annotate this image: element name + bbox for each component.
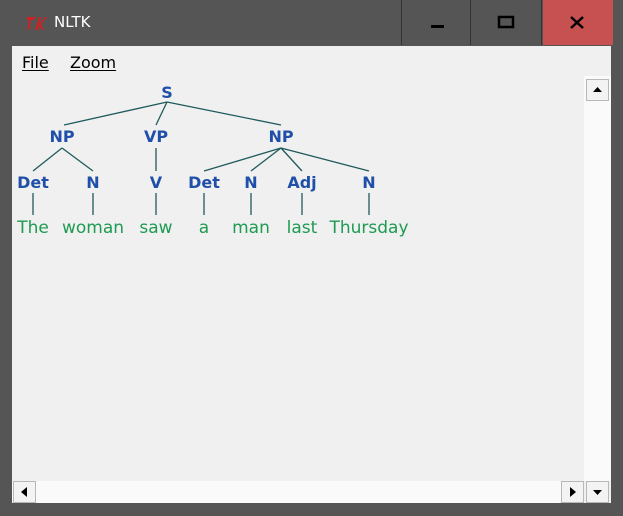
maximize-icon <box>497 15 515 29</box>
menu-file-label: File <box>22 53 49 72</box>
word-a: a <box>199 218 209 238</box>
window-bottom-border <box>0 503 623 516</box>
scroll-right-button[interactable] <box>561 481 584 503</box>
node-np-2: NP <box>268 127 293 146</box>
node-n-1: N <box>86 173 99 192</box>
minimize-button[interactable] <box>401 0 471 45</box>
word-the: The <box>16 218 49 238</box>
node-n-3: N <box>362 173 375 192</box>
node-det-2: Det <box>188 173 220 192</box>
scroll-up-button[interactable] <box>586 79 609 101</box>
tree-branches <box>32 101 370 215</box>
node-s: S <box>161 83 173 102</box>
node-v: V <box>150 173 163 192</box>
nltk-window: NLTK File Zoom S NP VP NP Det N V Det N … <box>0 0 623 516</box>
tk-feather-icon <box>27 17 47 30</box>
word-man: man <box>232 218 270 238</box>
menu-zoom[interactable]: Zoom <box>70 53 116 72</box>
node-det-1: Det <box>17 173 49 192</box>
arrow-left-icon <box>21 487 27 497</box>
maximize-button[interactable] <box>472 0 542 45</box>
close-button[interactable] <box>543 0 613 45</box>
tree-canvas[interactable]: S NP VP NP Det N V Det N Adj N The woman… <box>12 76 584 481</box>
arrow-right-icon <box>570 487 576 497</box>
arrow-up-icon <box>593 87 602 92</box>
menu-bar: File Zoom <box>12 46 611 76</box>
scroll-corner <box>584 481 611 503</box>
title-bar[interactable]: NLTK <box>0 0 623 46</box>
menu-zoom-label: Zoom <box>70 53 117 72</box>
horizontal-scrollbar[interactable] <box>12 481 584 503</box>
scroll-down-button[interactable] <box>586 481 609 503</box>
word-woman: woman <box>62 218 124 238</box>
word-last: last <box>287 218 318 238</box>
minimize-icon <box>431 25 444 28</box>
node-vp: VP <box>144 127 168 146</box>
scroll-left-button[interactable] <box>13 481 36 503</box>
node-np-1: NP <box>49 127 74 146</box>
menu-file[interactable]: File <box>22 53 49 72</box>
word-thursday: Thursday <box>328 218 408 238</box>
node-n-2: N <box>244 173 257 192</box>
arrow-down-icon <box>593 490 602 495</box>
vertical-scrollbar[interactable] <box>584 76 611 481</box>
parse-tree: S NP VP NP Det N V Det N Adj N The woman… <box>16 83 408 238</box>
window-title: NLTK <box>54 13 91 31</box>
close-icon <box>570 16 584 29</box>
word-saw: saw <box>139 218 172 238</box>
node-adj: Adj <box>287 173 316 192</box>
